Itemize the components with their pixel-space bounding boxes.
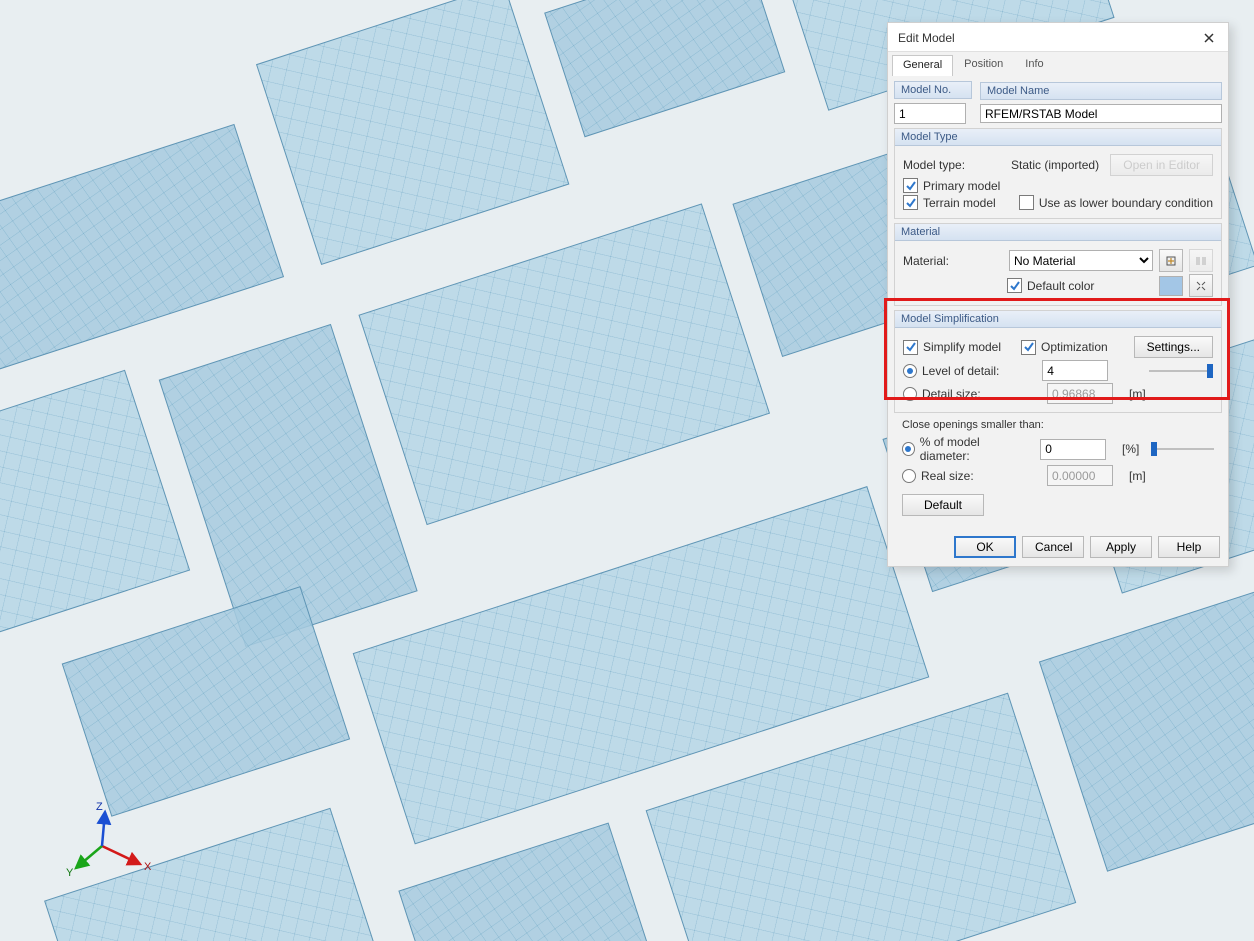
default-color-checkbox[interactable]: Default color: [1007, 278, 1094, 293]
tab-position[interactable]: Position: [953, 54, 1014, 75]
real-size-unit: [m]: [1129, 469, 1146, 483]
section-material: Material Material: No Material: [894, 223, 1222, 306]
axis-x-label: X: [144, 861, 152, 873]
material-select[interactable]: No Material: [1009, 250, 1153, 271]
model-no-input[interactable]: [894, 103, 966, 124]
color-expand-icon[interactable]: [1189, 274, 1213, 297]
tab-general[interactable]: General: [892, 55, 953, 76]
close-openings-label: Close openings smaller than:: [902, 419, 1214, 431]
help-button[interactable]: Help: [1158, 536, 1220, 558]
model-no-header: Model No.: [894, 81, 972, 99]
real-size-input: [1047, 465, 1113, 486]
terrain-model-checkbox[interactable]: Terrain model: [903, 195, 996, 210]
close-icon[interactable]: [1198, 29, 1220, 47]
apply-button[interactable]: Apply: [1090, 536, 1152, 558]
tab-strip: General Position Info: [888, 52, 1228, 75]
axis-y-label: Y: [66, 867, 74, 879]
edit-model-dialog: Edit Model General Position Info Model N…: [887, 22, 1229, 567]
dialog-title: Edit Model: [898, 31, 955, 45]
cancel-button[interactable]: Cancel: [1022, 536, 1084, 558]
lower-boundary-checkbox[interactable]: Use as lower boundary condition: [1019, 195, 1213, 210]
color-swatch[interactable]: [1159, 276, 1183, 296]
material-label: Material:: [903, 254, 1003, 268]
percent-diameter-input[interactable]: [1040, 439, 1106, 460]
percent-diameter-unit: [%]: [1122, 442, 1139, 456]
ok-button[interactable]: OK: [954, 536, 1016, 558]
real-size-radio[interactable]: Real size:: [902, 469, 1027, 483]
tab-info[interactable]: Info: [1014, 54, 1054, 75]
model-name-header: Model Name: [980, 82, 1222, 100]
axis-gizmo[interactable]: X Y Z: [62, 806, 152, 896]
default-button[interactable]: Default: [902, 494, 984, 516]
dialog-footer: OK Cancel Apply Help: [888, 528, 1228, 566]
model-name-input[interactable]: [980, 104, 1222, 123]
section-model-type: Model Type Model type: Static (imported)…: [894, 128, 1222, 219]
axis-z-label: Z: [96, 801, 103, 813]
percent-diameter-slider[interactable]: [1151, 442, 1214, 456]
open-in-editor-button: Open in Editor: [1110, 154, 1213, 176]
percent-diameter-radio[interactable]: % of model diameter:: [902, 435, 1021, 463]
model-type-label: Model type:: [903, 158, 965, 172]
material-new-icon[interactable]: [1159, 249, 1183, 272]
primary-model-checkbox[interactable]: Primary model: [903, 178, 1000, 193]
material-lib-icon: [1189, 249, 1213, 272]
highlight-box: [884, 298, 1230, 400]
model-type-value: Static (imported): [971, 158, 1104, 172]
